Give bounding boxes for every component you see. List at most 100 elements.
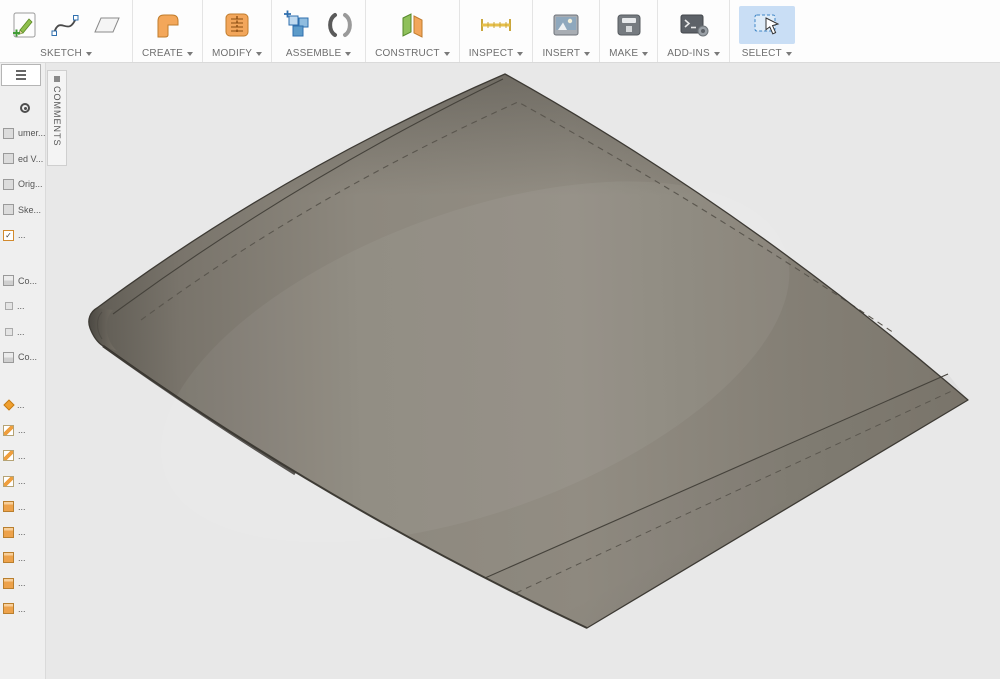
browser-panel-grip[interactable] [1,64,41,86]
select-cursor-icon[interactable] [752,10,782,40]
browser-item[interactable]: ... [0,392,45,418]
toolbar-group-label: ADD-INS [667,48,710,59]
chevron-down-icon [642,51,649,56]
browser-item[interactable]: Co... [0,345,45,371]
chevron-down-icon [713,51,720,56]
toolbar-group-create[interactable]: CREATE [133,0,204,62]
sketch-icon [3,450,14,462]
extrude-icon[interactable] [151,8,185,42]
browser-item-label: umer... [18,128,45,139]
chevron-down-icon [85,51,92,56]
panel-menu-icon [16,74,26,76]
browser-item-label: Co... [18,275,38,286]
ribbon-toolbar: SKETCH CREATE MODIFY ASSEMBLE CONSTRUCT … [0,0,1000,63]
toolbar-group-make[interactable]: MAKE [600,0,659,62]
select-tool-highlight[interactable] [738,6,795,44]
scripts-addins-icon[interactable] [678,11,710,39]
toolbar-group-label: CREATE [142,48,184,59]
chevron-down-icon [256,51,263,56]
browser-item[interactable]: ... [0,223,45,249]
browser-item-label: ... [18,501,26,512]
browser-item[interactable]: ... [0,596,45,622]
toolbar-group-construct[interactable]: CONSTRUCT [366,0,460,62]
browser-item[interactable]: ed V... [0,146,45,172]
browser-item-label: ed V... [18,153,44,164]
browser-item[interactable]: ... [0,294,45,320]
browser-item-label: Co... [18,352,38,363]
browser-panel[interactable]: umer... ed V... Orig... Ske... ... Co...… [0,62,46,679]
checkbox-icon[interactable] [3,229,14,241]
comments-tab[interactable]: COMMENTS [47,70,67,166]
body-icon [3,526,14,538]
browser-item-label: ... [18,603,26,614]
toolbar-group-label: MODIFY [212,48,253,59]
toolbar-group-label: MAKE [609,48,639,59]
component-icon [3,351,14,363]
toolbar-group-assemble[interactable]: ASSEMBLE [272,0,367,62]
toolbar-group-select[interactable]: SELECT [730,0,804,62]
comments-tab-label: COMMENTS [52,86,62,147]
sketch-icon [3,424,14,436]
spline-icon[interactable] [50,10,80,40]
component-icon [3,275,14,287]
browser-item[interactable]: umer... [0,121,45,147]
toolbar-group-sketch[interactable]: SKETCH [0,0,133,62]
browser-item-label: ... [18,230,26,241]
browser-item[interactable]: ... [0,319,45,345]
toolbar-group-label: ASSEMBLE [285,48,342,59]
comments-tab-icon [54,76,60,82]
browser-item-label: ... [17,301,25,312]
browser-item-label: Ske... [18,204,42,215]
wing-model[interactable] [88,73,969,629]
browser-item[interactable]: ... [0,494,45,520]
browser-item-label: Orig... [18,179,43,190]
browser-item[interactable]: Ske... [0,197,45,223]
insert-image-icon[interactable] [550,11,582,39]
origin-point-icon [3,399,15,411]
chevron-down-icon [517,51,524,56]
browser-item-label: ... [18,476,26,487]
browser-item[interactable]: ... [0,418,45,444]
toolbar-group-label: SKETCH [40,48,82,59]
chevron-down-icon [187,51,194,56]
press-pull-icon[interactable] [221,9,253,41]
browser-item[interactable] [0,95,45,121]
browser-item[interactable]: ... [0,443,45,469]
browser-item-label: ... [18,527,26,538]
toolbar-group-addins[interactable]: ADD-INS [658,0,730,62]
target-icon [20,102,30,113]
browser-item[interactable]: ... [0,545,45,571]
item-icon [5,327,13,336]
viewport-3d[interactable] [45,62,1000,679]
toolbar-group-label: INSERT [542,48,581,59]
origin-icon [3,178,14,190]
toolbar-group-insert[interactable]: INSERT [533,0,601,62]
browser-item[interactable]: ... [0,469,45,495]
measure-icon[interactable] [478,13,514,37]
viewport-canvas[interactable] [45,62,1000,679]
body-icon [3,501,14,513]
toolbar-group-label: INSPECT [468,48,514,59]
browser-item[interactable]: ... [0,571,45,597]
chevron-down-icon [584,51,591,56]
construction-plane-icon[interactable] [396,9,428,41]
new-component-icon[interactable] [281,9,313,41]
body-icon [3,552,14,564]
toolbar-group-label: SELECT [741,48,782,59]
print-3d-icon[interactable] [614,11,644,39]
chevron-down-icon [785,51,792,56]
joint-icon[interactable] [324,9,356,41]
browser-item-label: ... [17,326,25,337]
toolbar-group-label: CONSTRUCT [375,48,440,59]
browser-item[interactable]: ... [0,520,45,546]
sketches-icon [3,204,14,216]
sketch-plane-icon[interactable] [91,12,123,38]
body-icon [3,603,14,615]
browser-item[interactable]: Co... [0,268,45,294]
item-icon [5,302,13,311]
browser-item[interactable]: Orig... [0,172,45,198]
toolbar-group-modify[interactable]: MODIFY [203,0,273,62]
create-sketch-icon[interactable] [9,9,39,41]
toolbar-group-inspect[interactable]: INSPECT [460,0,534,62]
chevron-down-icon [443,51,450,56]
